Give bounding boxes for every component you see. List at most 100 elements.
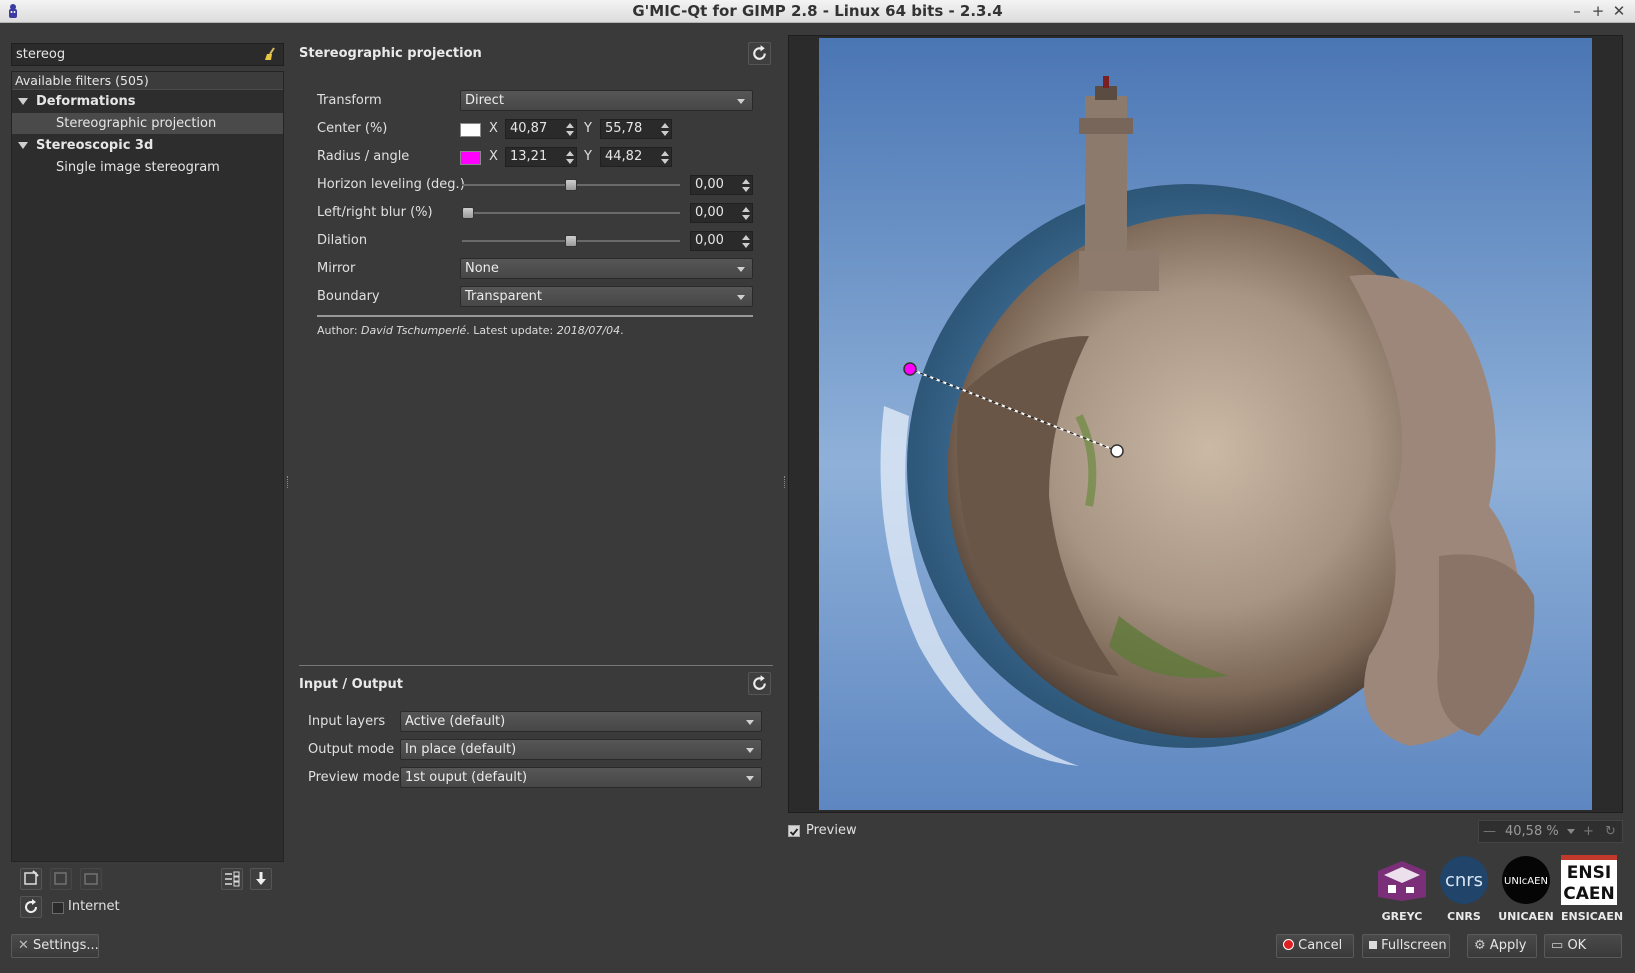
center-x-input[interactable]: 40,87 [505,119,577,139]
expand-all-button[interactable] [250,868,272,890]
left-right-blur-input[interactable]: 0,00 [690,203,753,223]
greyc-label: GREYC [1381,910,1423,923]
horizon-leveling-input[interactable]: 0,00 [690,175,753,195]
left-splitter-handle[interactable] [287,476,290,488]
cnrs-logo: cnrs [1440,856,1488,904]
preview-mode-label: Preview mode [308,770,400,785]
zoom-controls: — 40,58 % + ↻ [1478,820,1623,843]
preview-label: Preview [806,823,857,838]
unicaen-logo: UNIcAEN [1502,856,1550,904]
remove-favorite-button[interactable] [80,868,102,890]
rename-favorite-button[interactable] [50,868,72,890]
window-title: G'MIC-Qt for GIMP 2.8 - Linux 64 bits - … [632,2,1003,20]
spin-up-icon[interactable] [660,149,670,157]
spin-down-icon[interactable] [565,130,575,138]
tree-category-deformations[interactable]: Deformations [12,91,283,112]
horizon-leveling-label: Horizon leveling (deg.) [317,177,465,192]
dilation-input[interactable]: 0,00 [690,231,753,251]
left-right-blur-slider[interactable] [462,212,680,214]
center-y-input[interactable]: 55,78 [600,119,672,139]
check-icon [789,828,799,836]
spin-up-icon[interactable] [741,233,751,241]
radius-x-input[interactable]: 13,21 [505,147,577,167]
chevron-down-icon [737,295,745,300]
wrench-icon: ✕ [18,938,29,953]
center-y-label: Y [584,121,592,136]
spin-down-icon[interactable] [741,242,751,250]
cancel-button[interactable]: Cancel [1276,934,1354,958]
spin-down-icon[interactable] [660,158,670,166]
fullscreen-button[interactable]: Fullscreen [1362,934,1450,958]
zoom-out-icon[interactable]: — [1483,821,1496,842]
refresh-icon [753,675,766,690]
preview-checkbox[interactable] [788,825,800,837]
zoom-value[interactable]: 40,58 % [1505,821,1559,842]
spin-up-icon[interactable] [565,149,575,157]
center-x-label: X [489,121,498,136]
expand-arrow-icon[interactable] [18,142,28,149]
author-note: Author: David Tschumperlé. Latest update… [317,324,624,337]
zoom-dropdown-icon[interactable] [1567,829,1575,834]
spin-up-icon[interactable] [660,121,670,129]
transform-select[interactable]: Direct [460,90,753,111]
update-filters-button[interactable] [20,896,42,918]
right-splitter-handle[interactable] [784,476,787,488]
mirror-select[interactable]: None [460,258,753,279]
radius-y-input[interactable]: 44,82 [600,147,672,167]
filter-search-input[interactable] [12,44,252,65]
ensicaen-logo-mark-top: ENSI [1567,863,1611,883]
boundary-select[interactable]: Transparent [460,286,753,307]
spin-up-icon[interactable] [741,205,751,213]
preview-image[interactable] [789,36,1622,812]
spin-down-icon[interactable] [741,214,751,222]
refresh-icon [753,45,766,60]
cancel-icon [1283,939,1294,950]
settings-button[interactable]: ✕ Settings... [11,934,99,958]
radius-handle[interactable] [903,362,917,376]
spin-up-icon[interactable] [565,121,575,129]
spin-down-icon[interactable] [660,130,670,138]
output-mode-label: Output mode [308,742,395,757]
output-mode-select[interactable]: In place (default) [400,739,762,760]
minimize-button[interactable]: – [1567,1,1587,21]
separator [317,315,753,317]
spin-down-icon[interactable] [565,158,575,166]
internet-label: Internet [68,899,120,914]
add-favorite-button[interactable] [20,868,42,890]
zoom-in-icon[interactable]: + [1583,821,1594,842]
tree-item-single-image-stereogram[interactable]: Single image stereogram [12,157,283,178]
input-layers-select[interactable]: Active (default) [400,711,762,732]
unicaen-logo-mark: UNIcAEN [1504,876,1548,887]
visibility-toggle-button[interactable] [221,868,243,890]
reset-parameters-button[interactable] [748,42,771,65]
ok-icon: ▭ [1551,938,1564,953]
chevron-down-icon [746,748,754,753]
zoom-reset-icon[interactable]: ↻ [1605,821,1616,842]
center-handle[interactable] [1110,444,1124,458]
preview-mode-select[interactable]: 1st ouput (default) [400,767,762,788]
radius-angle-label: Radius / angle [317,149,410,164]
spin-up-icon[interactable] [741,177,751,185]
ensicaen-logo-mark-bottom: CAEN [1563,884,1614,904]
ok-button[interactable]: ▭ OK [1544,934,1622,958]
cnrs-logo-mark: cnrs [1445,870,1483,891]
filter-title: Stereographic projection [299,46,482,61]
close-button[interactable]: ✕ [1609,1,1629,21]
clear-search-icon[interactable] [263,47,277,61]
tree-item-stereographic-projection[interactable]: Stereographic projection [12,113,283,134]
expand-arrow-icon[interactable] [18,98,28,105]
horizon-leveling-slider-handle[interactable] [565,179,577,191]
tree-category-stereoscopic-3d[interactable]: Stereoscopic 3d [12,135,283,156]
apply-button[interactable]: ⚙ Apply [1467,934,1537,958]
ensicaen-logo: ENSI CAEN [1561,855,1617,905]
spin-down-icon[interactable] [741,186,751,194]
dilation-slider-handle[interactable] [565,235,577,247]
reset-io-button[interactable] [748,672,771,695]
left-right-blur-slider-handle[interactable] [462,207,474,219]
down-arrow-icon [256,872,266,885]
preview-area[interactable] [788,35,1623,813]
maximize-button[interactable]: + [1588,1,1608,21]
center-label: Center (%) [317,121,388,136]
internet-checkbox[interactable] [52,902,64,914]
boundary-label: Boundary [317,289,380,304]
